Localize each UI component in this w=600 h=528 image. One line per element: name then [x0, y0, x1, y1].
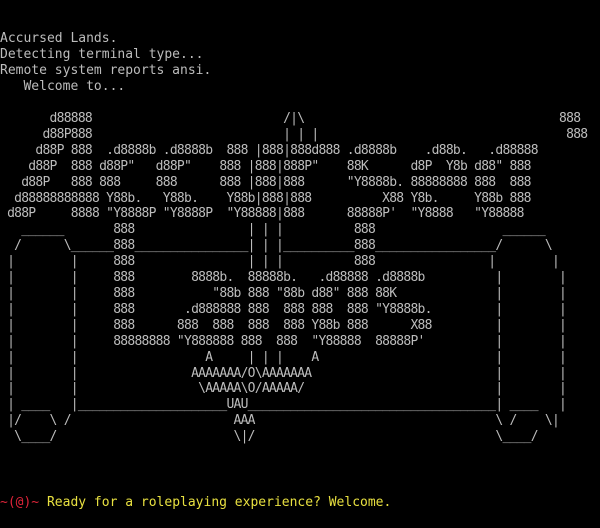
ascii-title-banner: d88888 /|\ 888 d88P888 | | | 888 d88P 88… [7, 111, 588, 445]
prompt-message: Ready for a roleplaying experience? Welc… [39, 495, 392, 510]
intro-line-ansi: Remote system reports ansi. [0, 63, 212, 78]
intro-line-detecting: Detecting terminal type... [0, 47, 204, 62]
intro-line-welcome: Welcome to... [0, 79, 126, 94]
terminal-screen[interactable]: Accursed Lands. Detecting terminal type.… [0, 0, 600, 528]
intro-line-game-name: Accursed Lands. [0, 31, 118, 46]
prompt-line: ~(@)~ Ready for a roleplaying experience… [0, 495, 391, 511]
prompt-symbol: ~(@)~ [0, 495, 40, 510]
